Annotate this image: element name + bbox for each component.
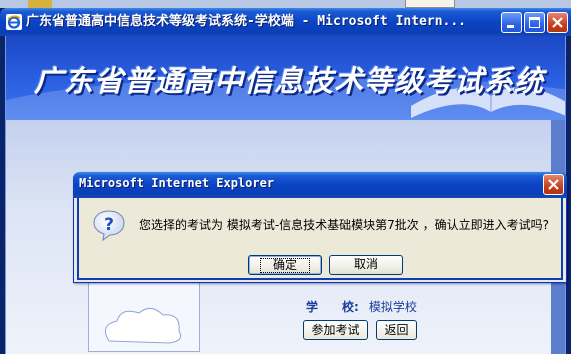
join-exam-button[interactable]: 参加考试 bbox=[303, 320, 368, 340]
header-banner: 广东省普通高中信息技术等级考试系统 bbox=[6, 36, 565, 120]
back-button[interactable]: 返回 bbox=[376, 320, 417, 340]
desktop-icon bbox=[28, 0, 52, 8]
school-row: 学 校: 模拟学校 bbox=[306, 298, 417, 316]
window-title: 广东省普通高中信息技术等级考试系统-学校端 - Microsoft Intern… bbox=[26, 14, 467, 29]
minimize-button[interactable] bbox=[501, 12, 522, 33]
dialog-close-button[interactable] bbox=[543, 174, 564, 195]
maximize-icon bbox=[529, 17, 540, 28]
confirm-dialog: Microsoft Internet Explorer ? 您选择的考试为 模拟… bbox=[73, 172, 567, 283]
minimize-icon bbox=[507, 25, 514, 28]
svg-text:?: ? bbox=[104, 215, 114, 235]
browser-window: 广东省普通高中信息技术等级考试系统-学校端 - Microsoft Intern… bbox=[0, 0, 571, 354]
close-icon bbox=[552, 17, 563, 28]
cancel-button[interactable]: 取消 bbox=[329, 255, 403, 275]
question-icon: ? bbox=[93, 210, 125, 242]
school-label: 学 校: bbox=[306, 300, 359, 314]
banner-title: 广东省普通高中信息技术等级考试系统 bbox=[34, 64, 545, 98]
school-value: 模拟学校 bbox=[368, 300, 417, 314]
dialog-title: Microsoft Internet Explorer bbox=[79, 176, 275, 190]
taskbar-strip bbox=[0, 0, 571, 8]
dialog-title-bar[interactable]: Microsoft Internet Explorer bbox=[73, 172, 567, 198]
background-tab bbox=[405, 0, 455, 8]
close-button[interactable] bbox=[547, 12, 568, 33]
ok-button-label: 确定 bbox=[259, 258, 310, 273]
ie-icon bbox=[6, 14, 22, 30]
dialog-body: ? 您选择的考试为 模拟考试-信息技术基础模块第7批次 ，确认立即进入考试吗? … bbox=[77, 198, 563, 280]
maximize-button[interactable] bbox=[524, 12, 545, 33]
window-title-bar[interactable]: 广东省普通高中信息技术等级考试系统-学校端 - Microsoft Intern… bbox=[0, 8, 571, 36]
dialog-message: 您选择的考试为 模拟考试-信息技术基础模块第7批次 ，确认立即进入考试吗? bbox=[139, 218, 549, 232]
ok-button[interactable]: 确定 bbox=[248, 255, 322, 275]
close-icon bbox=[548, 179, 559, 190]
